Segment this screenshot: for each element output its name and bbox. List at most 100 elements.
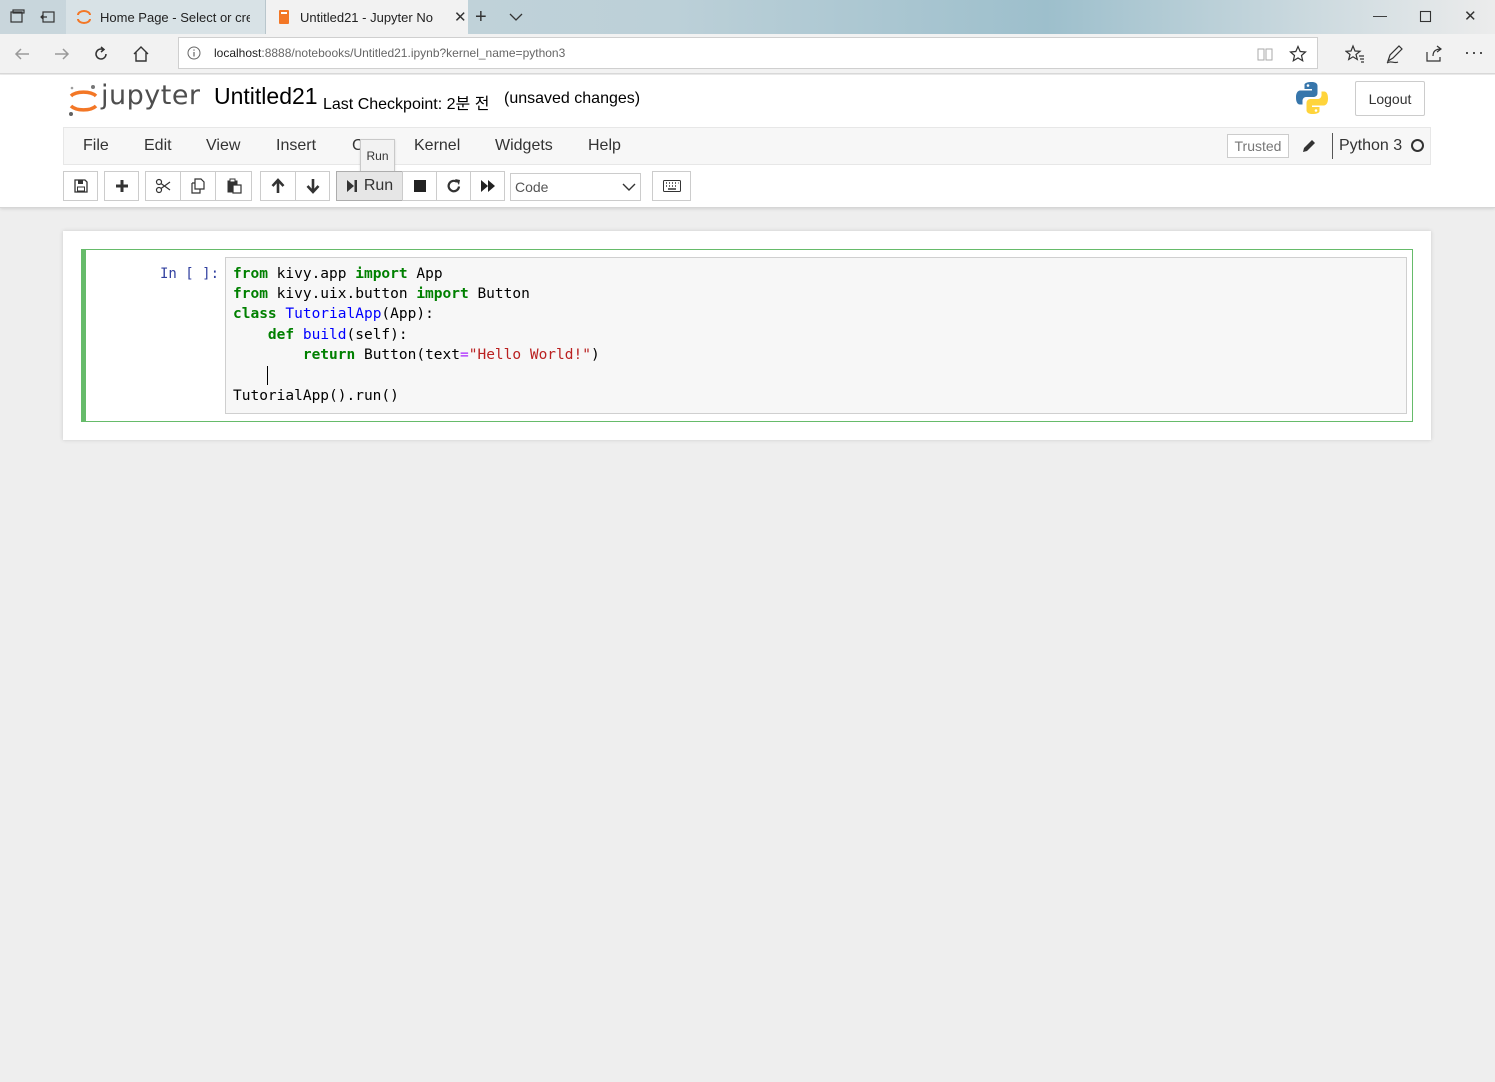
jupyter-wordmark: jupyter <box>101 80 201 111</box>
refresh-icon[interactable] <box>91 44 111 64</box>
code-cell[interactable]: In [ ]: from kivy.app import App from ki… <box>81 249 1413 422</box>
maximize-icon[interactable] <box>1418 9 1434 25</box>
cut-button[interactable] <box>145 171 181 201</box>
favorites-hub-icon[interactable] <box>1345 44 1365 64</box>
move-up-button[interactable] <box>260 171 296 201</box>
code-token: Button(text <box>355 347 460 363</box>
forward-icon[interactable] <box>52 44 72 64</box>
fast-forward-icon <box>480 180 495 192</box>
restart-icon <box>447 179 460 193</box>
code-token: kivy.app <box>267 266 356 282</box>
code-line: from kivy.app import App <box>233 266 443 282</box>
code-token: (App): <box>381 306 434 322</box>
code-token: Button <box>468 286 530 302</box>
save-button[interactable] <box>63 171 98 201</box>
copy-button[interactable] <box>180 171 216 201</box>
menu-insert[interactable]: Insert <box>276 137 316 155</box>
code-token: import <box>355 266 408 282</box>
code-line: from kivy.uix.button import Button <box>233 286 530 302</box>
menu-kernel[interactable]: Kernel <box>414 137 460 155</box>
tab-title: Home Page - Select or creat <box>100 9 250 25</box>
code-token: TutorialApp <box>285 306 382 322</box>
browser-titlebar: Home Page - Select or creat Untitled21 -… <box>0 0 1495 34</box>
cell-edit-indicator <box>81 249 86 422</box>
text-cursor <box>267 366 268 385</box>
move-down-button[interactable] <box>295 171 330 201</box>
arrow-down-icon <box>306 179 319 194</box>
code-token: = <box>460 347 469 363</box>
logout-button[interactable]: Logout <box>1355 81 1425 116</box>
minimize-icon[interactable]: — <box>1373 7 1387 23</box>
kernel-name[interactable]: Python 3 <box>1339 137 1402 155</box>
back-icon[interactable] <box>12 44 32 64</box>
address-field[interactable]: localhost:8888/notebooks/Untitled21.ipyn… <box>178 37 1318 69</box>
insert-cell-button[interactable] <box>104 171 139 201</box>
code-token: ) <box>590 347 600 363</box>
keyboard-icon <box>662 180 681 192</box>
tab-home-page[interactable]: Home Page - Select or creat <box>66 0 266 34</box>
kernel-idle-indicator-icon <box>1411 139 1424 152</box>
input-prompt: In [ ]: <box>160 266 220 282</box>
code-editor[interactable]: from kivy.app import App from kivy.uix.b… <box>225 257 1407 414</box>
cell-type-select[interactable]: Code <box>510 173 641 201</box>
restart-button[interactable] <box>436 171 471 201</box>
checkpoint-status: Last Checkpoint: 2분 전 <box>323 96 490 113</box>
cut-icon <box>155 178 171 194</box>
trusted-indicator[interactable]: Trusted <box>1227 134 1289 158</box>
menu-file[interactable]: File <box>83 137 109 155</box>
code-token: def <box>267 327 295 343</box>
menu-help[interactable]: Help <box>588 137 621 155</box>
chevron-down-icon[interactable] <box>508 9 524 25</box>
plus-icon <box>115 180 128 192</box>
run-button[interactable]: Run <box>336 171 403 201</box>
url-host: localhost <box>214 46 262 60</box>
share-icon[interactable] <box>1424 44 1444 64</box>
copy-icon <box>191 178 205 194</box>
code-token: from <box>233 286 268 302</box>
code-token: class <box>233 306 277 322</box>
set-tabs-aside-icon[interactable] <box>40 9 56 25</box>
cell-type-value: Code <box>515 179 549 195</box>
url-text: localhost:8888/notebooks/Untitled21.ipyn… <box>214 46 565 60</box>
notebook-title[interactable]: Untitled21 <box>214 83 318 110</box>
run-tooltip: Run <box>360 139 395 172</box>
restart-run-all-button[interactable] <box>470 171 505 201</box>
code-line: TutorialApp().run() <box>233 388 399 404</box>
code-token: return <box>302 347 356 363</box>
home-icon[interactable] <box>131 44 151 64</box>
close-tab-icon[interactable]: ✕ <box>454 8 467 26</box>
edit-mode-pencil-icon <box>1303 140 1315 152</box>
close-window-icon[interactable]: ✕ <box>1464 7 1477 25</box>
menu-bar: File Edit View Insert C Kernel Widgets H… <box>63 127 1431 165</box>
menu-widgets[interactable]: Widgets <box>495 137 553 155</box>
menu-view[interactable]: View <box>206 137 240 155</box>
kernel-divider <box>1332 133 1333 159</box>
menu-edit[interactable]: Edit <box>144 137 172 155</box>
favorite-star-icon[interactable] <box>1289 45 1307 63</box>
code-token: App <box>407 266 443 282</box>
interrupt-button[interactable] <box>402 171 437 201</box>
code-line: def build(self): <box>233 327 408 343</box>
command-palette-button[interactable] <box>652 171 691 201</box>
arrow-up-icon <box>271 178 285 193</box>
tab-title: Untitled21 - Jupyter No <box>300 9 433 25</box>
more-icon[interactable]: ··· <box>1464 42 1485 63</box>
stop-icon <box>413 180 426 192</box>
web-note-icon[interactable] <box>1385 44 1405 64</box>
code-token: build <box>302 327 347 343</box>
paste-button[interactable] <box>215 171 252 201</box>
tab-untitled21[interactable]: Untitled21 - Jupyter No ✕ <box>266 0 468 34</box>
tab-actions-icon[interactable] <box>9 9 25 25</box>
code-token: kivy.uix.button <box>267 286 417 302</box>
code-token: "Hello World!" <box>468 347 591 363</box>
new-tab-icon[interactable]: + <box>475 6 487 29</box>
reading-view-icon[interactable] <box>1257 46 1273 62</box>
chevron-down-icon <box>622 183 636 191</box>
autosave-status: (unsaved changes) <box>504 90 641 107</box>
code-token: from <box>233 266 268 282</box>
run-label: Run <box>363 177 394 194</box>
info-icon[interactable] <box>187 46 201 60</box>
code-line: class TutorialApp(App): <box>233 306 434 322</box>
